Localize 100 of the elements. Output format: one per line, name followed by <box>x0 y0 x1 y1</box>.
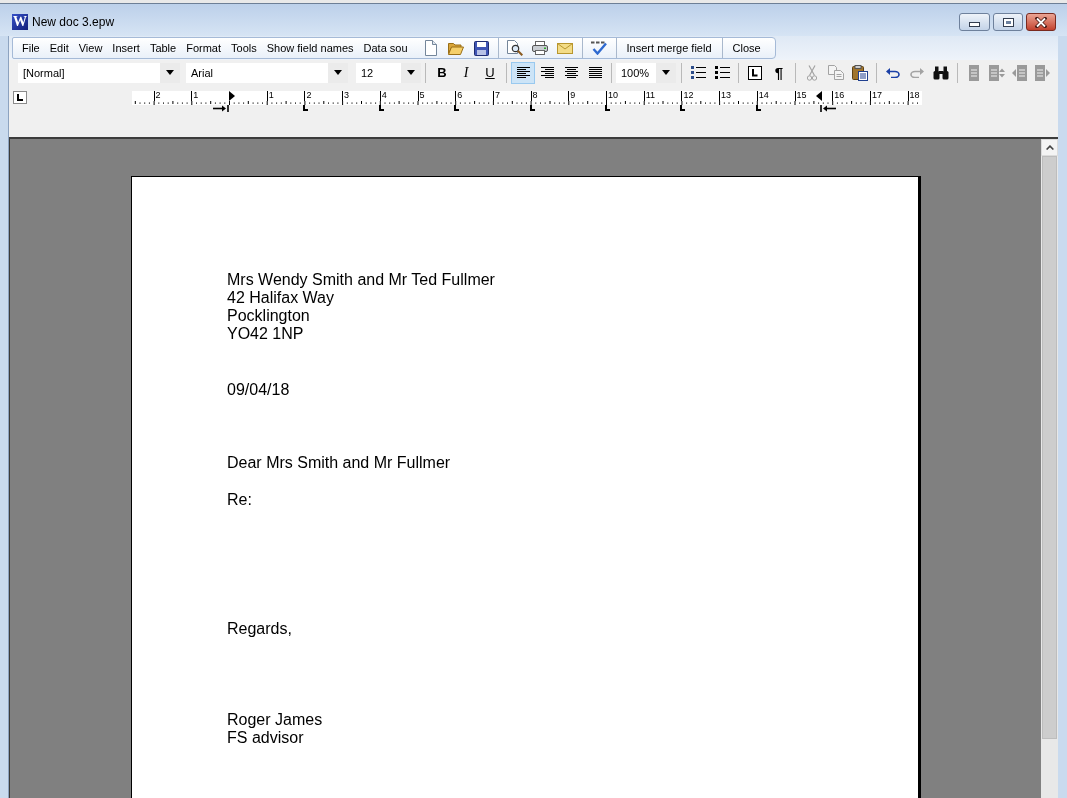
menu-item[interactable]: Edit <box>44 38 74 58</box>
chevron-up-icon <box>1045 145 1054 150</box>
caret-icon <box>407 70 415 75</box>
align-left-button[interactable] <box>511 61 535 84</box>
menu-item[interactable]: Table <box>144 38 182 58</box>
tab-stop-icon[interactable] <box>454 105 460 111</box>
italic-button[interactable]: I <box>454 61 478 84</box>
date-text: 09/04/18 <box>227 381 290 399</box>
menu-item[interactable]: Format <box>181 38 226 58</box>
folder-icon[interactable] <box>448 41 465 55</box>
minimize-button[interactable] <box>959 13 990 31</box>
ruler-number: 7 <box>492 91 500 101</box>
ruler-number: 8 <box>530 91 538 101</box>
ruler-number: 9 <box>568 91 576 101</box>
ruler-number: 2 <box>153 91 161 101</box>
salutation-text: Dear Mrs Smith and Mr Fullmer <box>227 454 451 472</box>
ruler-number: 1 <box>266 91 274 101</box>
page-icon[interactable] <box>425 40 438 56</box>
style-dropdown[interactable]: [Normal] <box>18 62 180 83</box>
tab-selector-button[interactable] <box>13 91 27 104</box>
dropdown-arrow-button[interactable] <box>401 62 421 83</box>
ruler-number: 15 <box>794 91 807 101</box>
maximize-button[interactable] <box>993 13 1023 31</box>
undo-icon[interactable] <box>886 67 900 78</box>
close-button[interactable] <box>1026 13 1056 31</box>
toolbar-button[interactable]: Close <box>726 38 767 58</box>
menu-item[interactable]: Data sou <box>358 38 413 58</box>
align-left-icon <box>516 67 530 78</box>
close-icon <box>1035 16 1047 28</box>
ruler-number: 16 <box>832 91 845 101</box>
signature-line: FS advisor <box>227 729 304 747</box>
page-magnifier-icon[interactable] <box>507 40 524 56</box>
ruler-number: 4 <box>379 91 387 101</box>
maximize-icon <box>1002 17 1014 27</box>
tab-stop-icon <box>17 94 23 101</box>
underline-button[interactable]: U <box>478 61 502 84</box>
menu-item[interactable]: Tools <box>226 38 262 58</box>
dropdown-arrow-button[interactable] <box>656 62 676 83</box>
tab-stop-icon[interactable] <box>378 105 384 111</box>
tab-stop-icon[interactable] <box>303 105 309 111</box>
list-icon[interactable] <box>690 66 706 79</box>
clipboard-icon[interactable] <box>852 64 868 81</box>
ruler-number: 5 <box>417 91 425 101</box>
address-line: YO42 1NP <box>227 325 304 343</box>
caret-icon <box>166 70 174 75</box>
printer-icon[interactable] <box>532 41 549 55</box>
dropdown-arrow-button[interactable] <box>328 62 348 83</box>
binoculars-icon[interactable] <box>933 65 949 80</box>
font-dropdown[interactable]: Arial <box>186 62 348 83</box>
checkmark-icon[interactable] <box>591 41 608 55</box>
app-logo: W <box>12 14 28 30</box>
ruler-number: 6 <box>455 91 463 101</box>
ruler-number: 10 <box>606 91 618 101</box>
arrow-to-bar-icon[interactable] <box>213 105 229 112</box>
menu-item[interactable]: Show field names <box>261 38 359 58</box>
align-right-icon <box>540 67 554 78</box>
dropdown-arrow-button[interactable] <box>160 62 180 83</box>
tab-stop-icon[interactable] <box>755 105 761 111</box>
address-line: Pocklington <box>227 307 310 325</box>
ruler-number: 12 <box>681 91 694 101</box>
dropdown-value: 12 <box>360 65 375 81</box>
justify-icon <box>588 67 602 78</box>
triangle-marker-icon[interactable] <box>816 91 822 101</box>
bullet-list-icon[interactable] <box>714 66 730 79</box>
signature-line: Roger James <box>227 711 323 729</box>
ruler-number: 18 <box>907 91 920 101</box>
ruler-number: 11 <box>643 91 656 101</box>
menu-item[interactable]: Insert <box>107 38 145 58</box>
address-line: Mrs Wendy Smith and Mr Ted Fullmer <box>227 271 495 289</box>
ruler-number: 1 <box>191 91 199 101</box>
dropdown-value: [Normal] <box>22 65 66 81</box>
scrollbar-thumb[interactable] <box>1042 156 1057 739</box>
dropdown-value: 100% <box>620 65 651 81</box>
font-size-dropdown[interactable]: 12 <box>356 62 421 83</box>
align-center-icon <box>564 67 578 78</box>
arrow-to-bar-icon[interactable] <box>820 105 836 112</box>
minimize-icon <box>969 21 980 27</box>
zoom-dropdown[interactable]: 100% <box>616 62 676 83</box>
ruler-number: 2 <box>304 91 312 101</box>
dropdown-value: Arial <box>190 65 214 81</box>
window-title: New doc 3.epw <box>32 14 115 31</box>
toolbar-button[interactable]: Insert merge field <box>620 38 718 58</box>
ruler-number: 13 <box>719 91 732 101</box>
caret-icon <box>662 70 670 75</box>
bold-button[interactable]: B <box>430 61 454 84</box>
ruler-number: 14 <box>756 91 769 101</box>
ruler-number: 3 <box>342 91 350 101</box>
tab-stop-icon[interactable] <box>680 105 686 111</box>
scroll-up-button[interactable] <box>1041 139 1058 156</box>
subject-line: Re: <box>227 491 252 509</box>
closing-text: Regards, <box>227 620 292 638</box>
tab-stop-icon[interactable] <box>529 105 535 111</box>
menu-item[interactable]: View <box>73 38 108 58</box>
envelope-icon[interactable] <box>557 42 574 54</box>
tab-stop-icon[interactable] <box>605 105 610 111</box>
paragraph-marks-button[interactable]: ¶ <box>767 61 791 84</box>
triangle-marker-icon[interactable] <box>229 91 235 101</box>
tab-stop-icon[interactable] <box>748 65 762 80</box>
menu-item[interactable]: File <box>17 38 45 58</box>
caret-icon <box>334 70 342 75</box>
